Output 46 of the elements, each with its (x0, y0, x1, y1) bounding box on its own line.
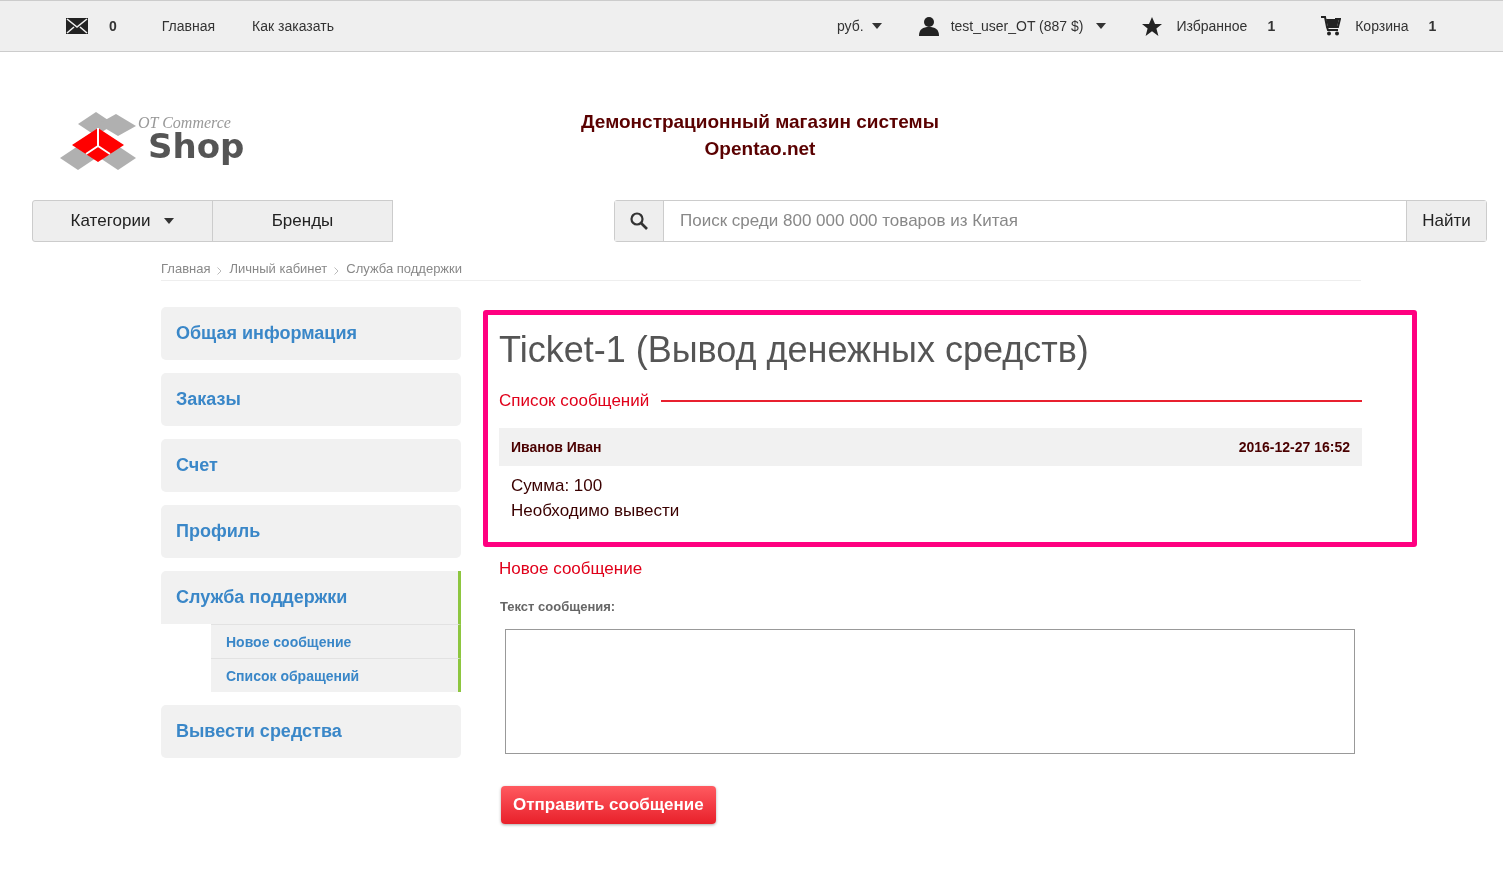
search-button[interactable]: Найти (1406, 201, 1486, 241)
sidebar-subitem[interactable]: Новое сообщение (211, 624, 461, 658)
message-text: Сумма: 100 (511, 475, 604, 497)
nav-link[interactable]: Как заказать (252, 18, 334, 34)
user-account-dropdown[interactable]: test_user_OT (887 $) (950, 18, 1107, 34)
currency-dropdown[interactable]: руб. (836, 18, 882, 34)
sidebar-item[interactable]: Заказы (161, 373, 461, 426)
search-field[interactable]: Поиск среди 800 000 000 товаров из Китая Найти (614, 200, 1487, 242)
message-author: Иванов Иван (511, 439, 602, 455)
sidebar-item[interactable]: Счет (161, 439, 461, 492)
logo-subtitle: OT Commerce (138, 114, 231, 132)
message-time: 2016-12-27 16:52 (1238, 439, 1350, 455)
caret-icon (871, 23, 882, 29)
search-icon (630, 212, 648, 230)
categories-button[interactable]: Категории (32, 200, 213, 242)
message-count: 0 (109, 18, 117, 34)
shop-logo[interactable]: OT Commerce Shop (58, 110, 258, 176)
breadcrumb-link[interactable]: Личный кабинет (229, 260, 328, 276)
brands-button[interactable]: Бренды (212, 200, 393, 242)
store-title: Демонстрационный магазин системы Opentao.net (580, 110, 940, 161)
favorites-link[interactable]: Избранное (1176, 18, 1248, 34)
message-input-field[interactable] (505, 629, 1355, 754)
chevron-icon (334, 267, 340, 275)
cart-count: 1 (1428, 18, 1437, 34)
sidebar-item[interactable]: Профиль (161, 505, 461, 558)
breadcrumb-link[interactable]: Главная (161, 260, 211, 276)
messages-heading: Список сообщений (499, 391, 650, 411)
message-text: Необходимо вывести (511, 500, 681, 522)
user-icon (918, 16, 939, 36)
new-message-heading: Новое сообщение (499, 559, 644, 579)
favorites-count: 1 (1267, 18, 1276, 34)
sidebar-item[interactable]: Вывести средства (161, 705, 461, 758)
sidebar-item[interactable]: Общая информация (161, 307, 461, 360)
star-icon (1142, 16, 1163, 36)
sidebar-subitem[interactable]: Список обращений (211, 658, 461, 692)
send-message-button[interactable]: Отправить сообщение (501, 786, 716, 824)
breadcrumb-link[interactable]: Служба поддержки (346, 260, 462, 276)
envelope-icon[interactable] (66, 18, 88, 34)
ticket-title: Ticket-1 (Вывод денежных средств) (499, 329, 1090, 371)
nav-link[interactable]: Главная (161, 18, 216, 34)
sidebar-item[interactable]: Служба поддержки (161, 571, 461, 624)
caret-icon (1096, 23, 1107, 29)
cart-link[interactable]: Корзина (1355, 18, 1409, 34)
message-field-label: Текст сообщения: (500, 599, 617, 614)
cart-icon (1321, 16, 1342, 36)
chevron-icon (217, 267, 223, 275)
